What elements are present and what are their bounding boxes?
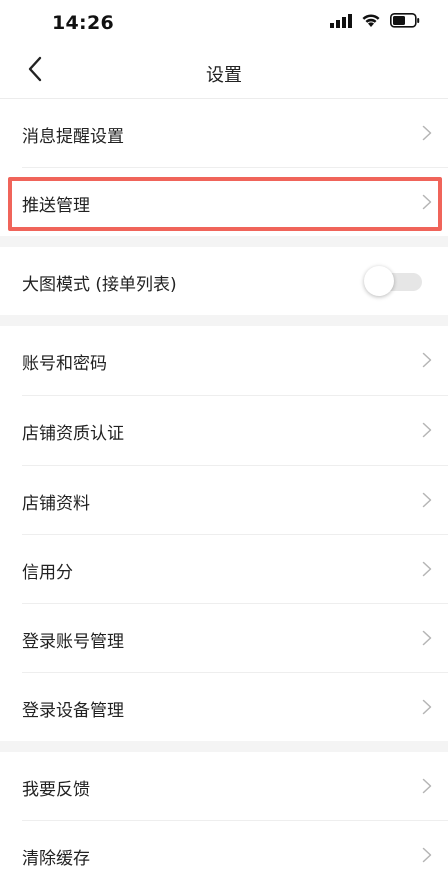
message-reminder-settings-row[interactable]: 消息提醒设置 [0,99,448,167]
push-management-row[interactable]: 推送管理 [0,168,448,236]
row-label: 信用分 [22,563,73,583]
store-profile-row[interactable]: 店铺资料 [0,466,448,534]
row-label: 大图模式 (接单列表) [22,275,177,295]
feedback-row[interactable]: 我要反馈 [0,752,448,820]
credit-score-row[interactable]: 信用分 [0,535,448,603]
login-account-management-row[interactable]: 登录账号管理 [0,604,448,672]
row-label: 登录账号管理 [22,632,124,652]
large-image-mode-toggle[interactable] [364,266,422,296]
chevron-right-icon [422,561,432,577]
row-label: 消息提醒设置 [22,127,124,147]
status-icons [330,13,420,32]
chevron-right-icon [422,630,432,646]
row-label: 登录设备管理 [22,701,124,721]
chevron-right-icon [422,492,432,508]
row-label: 店铺资料 [22,494,90,514]
wifi-icon [361,13,381,32]
row-label: 清除缓存 [22,849,90,869]
chevron-right-icon [422,778,432,794]
row-label: 店铺资质认证 [22,424,124,444]
store-qualification-row[interactable]: 店铺资质认证 [0,396,448,464]
account-password-row[interactable]: 账号和密码 [0,326,448,394]
row-label: 账号和密码 [22,354,107,374]
chevron-right-icon [422,422,432,438]
chevron-right-icon [422,125,432,141]
page-title: 设置 [206,65,242,86]
clear-cache-row[interactable]: 清除缓存 [0,821,448,889]
chevron-right-icon [422,847,432,863]
status-time: 14:26 [52,12,114,34]
signal-icon [330,13,352,32]
row-label: 推送管理 [22,196,90,216]
toggle-knob [364,266,394,296]
chevron-right-icon [422,194,432,210]
battery-icon [390,13,420,32]
chevron-right-icon [422,699,432,715]
large-image-mode-row: 大图模式 (接单列表) [0,247,448,315]
row-label: 我要反馈 [22,780,90,800]
nav-bar: 设置 [0,44,448,99]
login-device-management-row[interactable]: 登录设备管理 [0,673,448,741]
chevron-right-icon [422,352,432,368]
section-gap [0,236,448,247]
section-gap [0,315,448,326]
status-bar: 14:26 [0,0,448,44]
section-gap [0,741,448,752]
